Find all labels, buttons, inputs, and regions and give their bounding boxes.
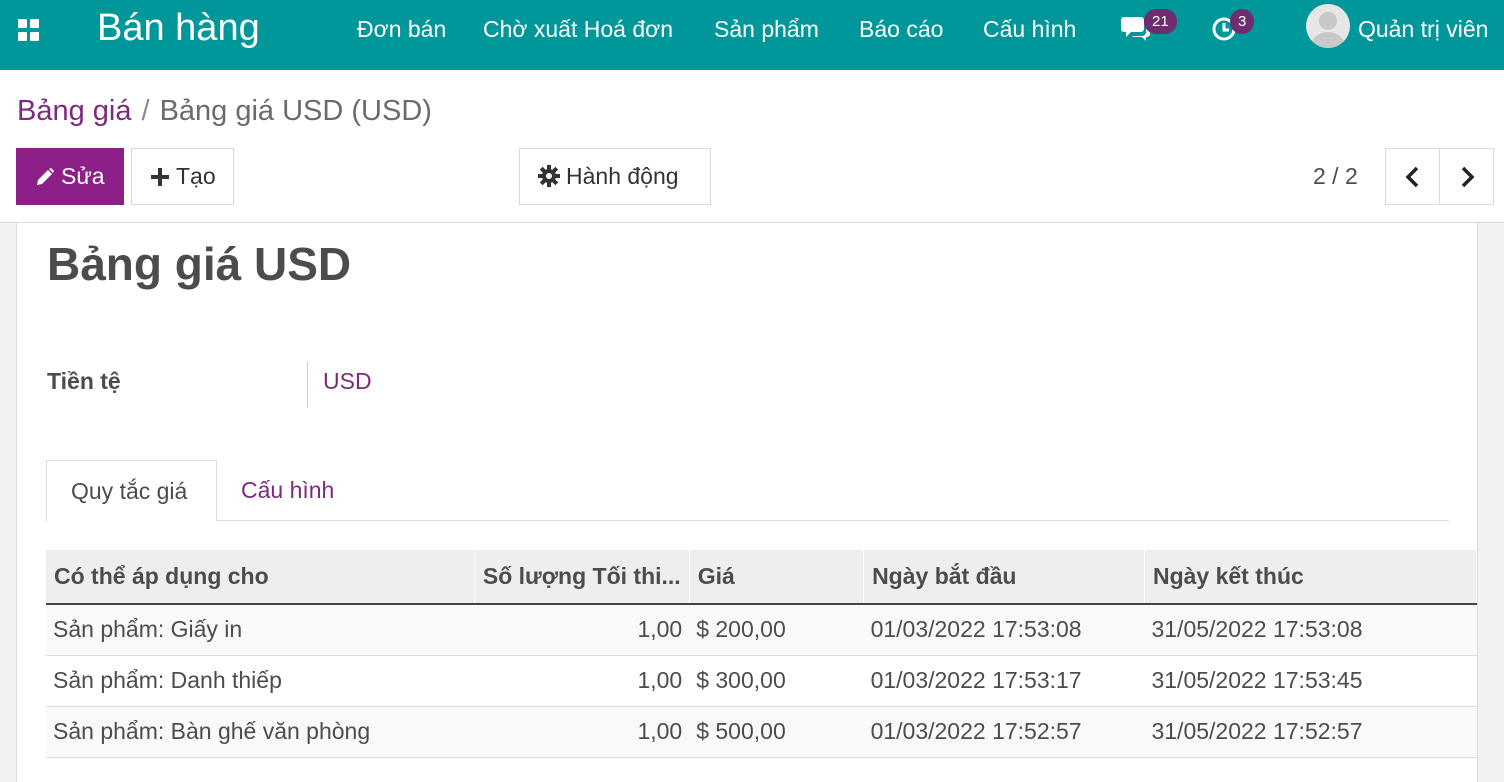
cell-applicable: Sản phẩm: Bàn ghế văn phòng [46,706,475,758]
gear-icon [538,165,560,187]
chevron-left-icon [1405,166,1418,187]
create-button[interactable]: Tạo [131,148,234,205]
cell-price: $ 200,00 [689,604,864,656]
action-menu-button[interactable]: Hành động [519,148,711,205]
column-header-start-date[interactable]: Ngày bắt đầu [863,550,1145,605]
edit-button-label: Sửa [61,163,105,189]
record-title: Bảng giá USD [47,238,352,290]
cell-min-quantity: 1,00 [474,604,690,656]
menu-item-reporting[interactable]: Báo cáo [859,14,943,44]
menu-item-orders[interactable]: Đơn bán [357,14,446,44]
pager-previous-button[interactable] [1385,148,1440,205]
messages-badge: 21 [1144,9,1177,34]
price-rules-table: Có thể áp dụng cho Số lượng Tối thi... G… [46,550,1478,758]
cell-start-date: 01/03/2022 17:53:08 [863,604,1145,656]
action-menu-label: Hành động [566,163,679,189]
pager-value[interactable]: 2 / 2 [1313,160,1358,192]
cell-min-quantity: 1,00 [474,655,690,707]
cell-start-date: 01/03/2022 17:52:57 [863,706,1145,758]
cell-applicable: Sản phẩm: Danh thiếp [46,655,475,707]
create-button-label: Tạo [176,163,216,189]
cell-price: $ 300,00 [689,655,864,707]
menu-item-configuration[interactable]: Cấu hình [983,14,1076,44]
table-row[interactable]: Sản phẩm: Bàn ghế văn phòng 1,00 $ 500,0… [46,706,1477,758]
cell-start-date: 01/03/2022 17:53:17 [863,655,1145,707]
apps-menu-icon[interactable] [16,17,42,43]
menu-item-to-invoice[interactable]: Chờ xuất Hoá đơn [483,14,673,44]
breadcrumb-separator: / [141,95,150,127]
breadcrumb: Bảng giá / Bảng giá USD (USD) [17,92,432,130]
cell-end-date: 31/05/2022 17:52:57 [1144,706,1477,758]
top-navbar: Bán hàng Đơn bán Chờ xuất Hoá đơn Sản ph… [0,0,1504,70]
pencil-icon [37,168,54,185]
currency-value-link[interactable]: USD [323,366,372,396]
app-title[interactable]: Bán hàng [97,6,260,50]
cell-applicable: Sản phẩm: Giấy in [46,604,475,656]
cell-min-quantity: 1,00 [474,706,690,758]
edit-button[interactable]: Sửa [16,148,124,205]
user-menu[interactable]: Quản trị viên [1358,14,1488,44]
cell-price: $ 500,00 [689,706,864,758]
tab-price-rules[interactable]: Quy tắc giá [46,460,217,522]
pager-next-button[interactable] [1439,148,1494,205]
column-header-min-quantity[interactable]: Số lượng Tối thi... [474,550,690,605]
menu-item-products[interactable]: Sản phẩm [714,14,819,44]
breadcrumb-current: Bảng giá USD (USD) [159,95,432,127]
cell-end-date: 31/05/2022 17:53:08 [1144,604,1477,656]
chevron-right-icon [1461,166,1474,187]
activities-badge: 3 [1230,9,1255,34]
table-row[interactable]: Sản phẩm: Giấy in 1,00 $ 200,00 01/03/20… [46,604,1477,656]
column-header-price[interactable]: Giá [689,550,865,605]
breadcrumb-parent-link[interactable]: Bảng giá [17,95,132,127]
cell-end-date: 31/05/2022 17:53:45 [1144,655,1477,707]
tab-configuration[interactable]: Cấu hình [217,460,358,521]
table-header-row: Có thể áp dụng cho Số lượng Tối thi... G… [46,550,1478,605]
plus-icon [151,168,169,186]
user-avatar[interactable] [1306,4,1350,48]
currency-label: Tiền tệ [47,368,121,394]
column-header-end-date[interactable]: Ngày kết thúc [1144,550,1478,605]
column-header-applicable[interactable]: Có thể áp dụng cho [46,550,475,605]
table-row[interactable]: Sản phẩm: Danh thiếp 1,00 $ 300,00 01/03… [46,655,1477,707]
field-separator [307,362,308,408]
